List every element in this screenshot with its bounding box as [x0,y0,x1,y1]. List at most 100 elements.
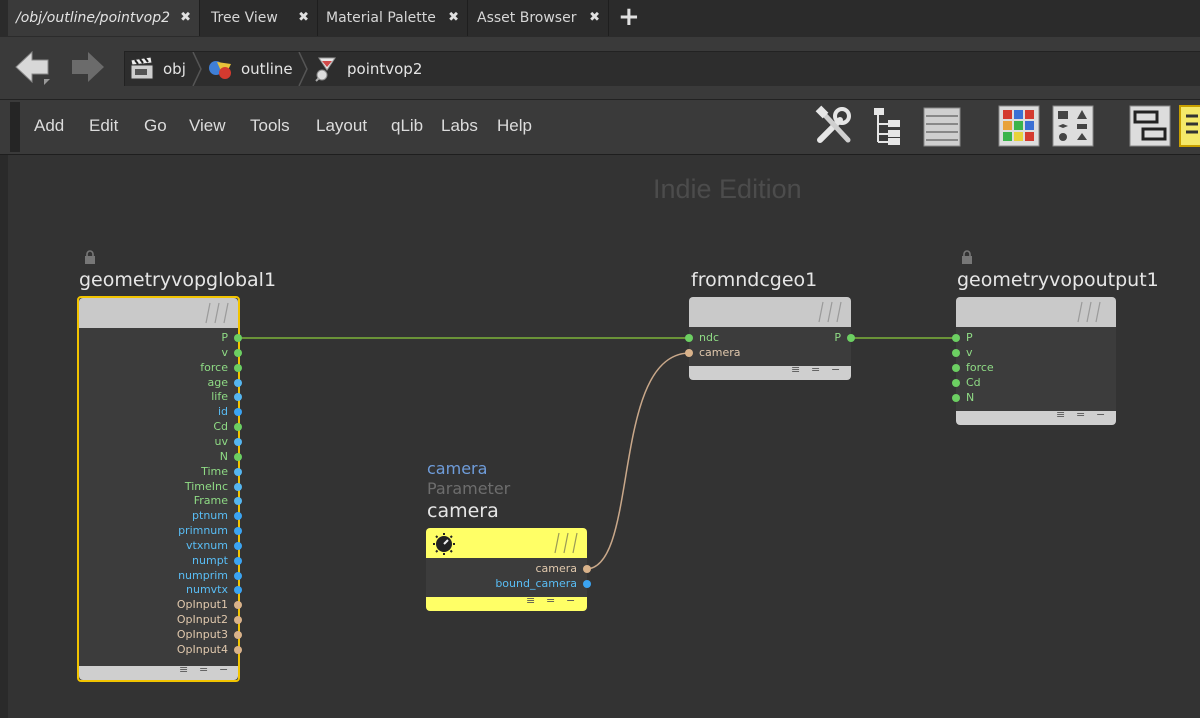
output-port-label: TimeInc [184,479,228,493]
output-port-dot[interactable] [234,467,242,476]
palette-grid-icon[interactable] [997,104,1041,148]
output-port-dot[interactable] [234,334,242,342]
output-port-dot[interactable] [234,631,242,639]
output-port-label: Cd [213,420,228,434]
output-port-label: vtxnum [186,538,228,552]
output-port-label: OpInput3 [176,628,228,641]
tree-icon[interactable] [868,104,912,148]
tab-asset-browser[interactable]: Asset Browser ✖ [469,0,609,36]
breadcrumb-outline[interactable]: outline [207,52,302,86]
output-port-dot[interactable] [234,556,242,565]
output-port-dot[interactable] [234,645,242,654]
close-icon[interactable]: ✖ [589,0,600,36]
menu-tools[interactable]: Tools [250,116,290,136]
geometry-object-icon [209,61,231,79]
input-port-dot[interactable] [685,334,693,342]
output-port-label: primnum [178,524,228,538]
node-param-name: camera [427,459,488,478]
lock-icon [962,250,972,264]
node-geometryvopglobal1[interactable]: ≡ = − Pv force age life id Cd uv N Time TimeInc Fr… [77,296,242,682]
output-port-dot[interactable] [234,452,242,461]
lock-icon [85,250,95,264]
input-port-label: N [966,391,975,404]
menu-help[interactable]: Help [497,116,532,136]
output-port-dot[interactable] [583,565,591,573]
tab-pointvop2[interactable]: /obj/outline/pointvop2 ✖ [8,0,200,36]
input-port-dot[interactable] [952,334,960,342]
node-camera-parameter[interactable]: ≡ = − camera bound_camera [426,528,591,611]
node-flag-slashes [554,532,578,554]
node-header[interactable] [956,297,1116,327]
indie-edition-watermark: Indie Edition [653,174,802,204]
output-port-label: bound_camera [495,577,577,590]
menu-layout[interactable]: Layout [316,116,367,136]
output-port-dot[interactable] [234,348,242,357]
output-port-label: numprim [178,568,228,582]
forward-arrow-icon[interactable] [70,49,106,85]
input-port-dot[interactable] [952,349,960,357]
output-port-label: OpInput1 [176,598,228,612]
list-icon[interactable] [920,104,964,148]
output-port-dot[interactable] [847,334,855,342]
tab-label: Material Palette [326,10,436,26]
close-icon[interactable]: ✖ [298,0,309,36]
shapes-grid-icon[interactable] [1051,104,1095,148]
node-title-output: geometryvopoutput1 [957,269,1159,291]
tab-material-palette[interactable]: Material Palette ✖ [318,0,468,36]
wrench-icon[interactable] [812,104,856,148]
menu-labs[interactable]: Labs [441,116,478,136]
tab-tree-view[interactable]: Tree View ✖ [203,0,318,36]
node-header[interactable] [79,298,238,328]
tab-label: /obj/outline/pointvop2 [16,10,171,26]
menu-add[interactable]: Add [34,116,64,136]
output-port-label: id [217,405,228,419]
output-port-dot[interactable] [234,527,242,536]
breadcrumb-obj[interactable]: obj [129,52,189,86]
input-port-dot[interactable] [685,349,693,357]
menu-qlib[interactable]: qLib [391,116,423,136]
close-icon[interactable]: ✖ [180,0,191,36]
output-port-dot[interactable] [234,482,242,491]
output-port-dot[interactable] [234,378,242,387]
node-footer[interactable]: ≡ = − [689,363,851,380]
node-title-fromndc: fromndcgeo1 [691,269,818,291]
input-port-dot[interactable] [952,379,960,387]
network-box-icon[interactable] [1128,104,1172,148]
close-icon[interactable]: ✖ [448,0,459,36]
menu-go[interactable]: Go [144,116,167,136]
output-port-label: N [219,449,228,463]
node-footer[interactable]: ≡ = − [79,663,238,680]
node-header[interactable] [689,297,851,327]
node-footer[interactable]: ≡ = − [426,594,587,611]
node-title-camera: camera [427,500,499,522]
output-port-label: numpt [192,553,228,567]
add-tab-button[interactable]: + [618,3,640,31]
output-port-dot[interactable] [234,437,242,446]
output-port-label: P [834,331,841,344]
output-port-dot[interactable] [234,363,242,372]
tab-label: Asset Browser [477,10,577,26]
menu-edit[interactable]: Edit [89,116,118,136]
menu-view[interactable]: View [189,116,226,136]
node-footer[interactable]: ≡ = − [956,408,1116,425]
node-fromndcgeo1[interactable]: ≡ = − ndc camera P [685,297,855,380]
node-type-label: Parameter [427,479,511,498]
network-menu-bar: Add Edit Go View Tools Layout qLib Labs … [0,100,1200,155]
input-port-dot[interactable] [952,364,960,372]
input-port-label: Cd [966,376,981,389]
pane-grip[interactable] [10,102,20,152]
output-port-dot[interactable] [234,541,242,550]
output-port-label: OpInput4 [176,642,228,656]
output-port-label: numvtx [186,583,228,597]
output-port-dot[interactable] [583,580,591,588]
input-port-dot[interactable] [952,394,960,402]
breadcrumb-pointvop2[interactable]: pointvop2 [313,52,433,86]
output-port-label: P [221,331,228,344]
output-port-dot[interactable] [234,571,242,580]
node-geometryvopoutput1[interactable]: ≡ = − Pv force Cd N [952,297,1116,425]
back-arrow-icon[interactable] [14,49,50,85]
breadcrumb: obj outline pointvop2 [124,51,1200,86]
node-header[interactable] [426,528,587,558]
notes-icon[interactable] [1178,104,1200,148]
parameter-knob-icon [433,533,455,555]
